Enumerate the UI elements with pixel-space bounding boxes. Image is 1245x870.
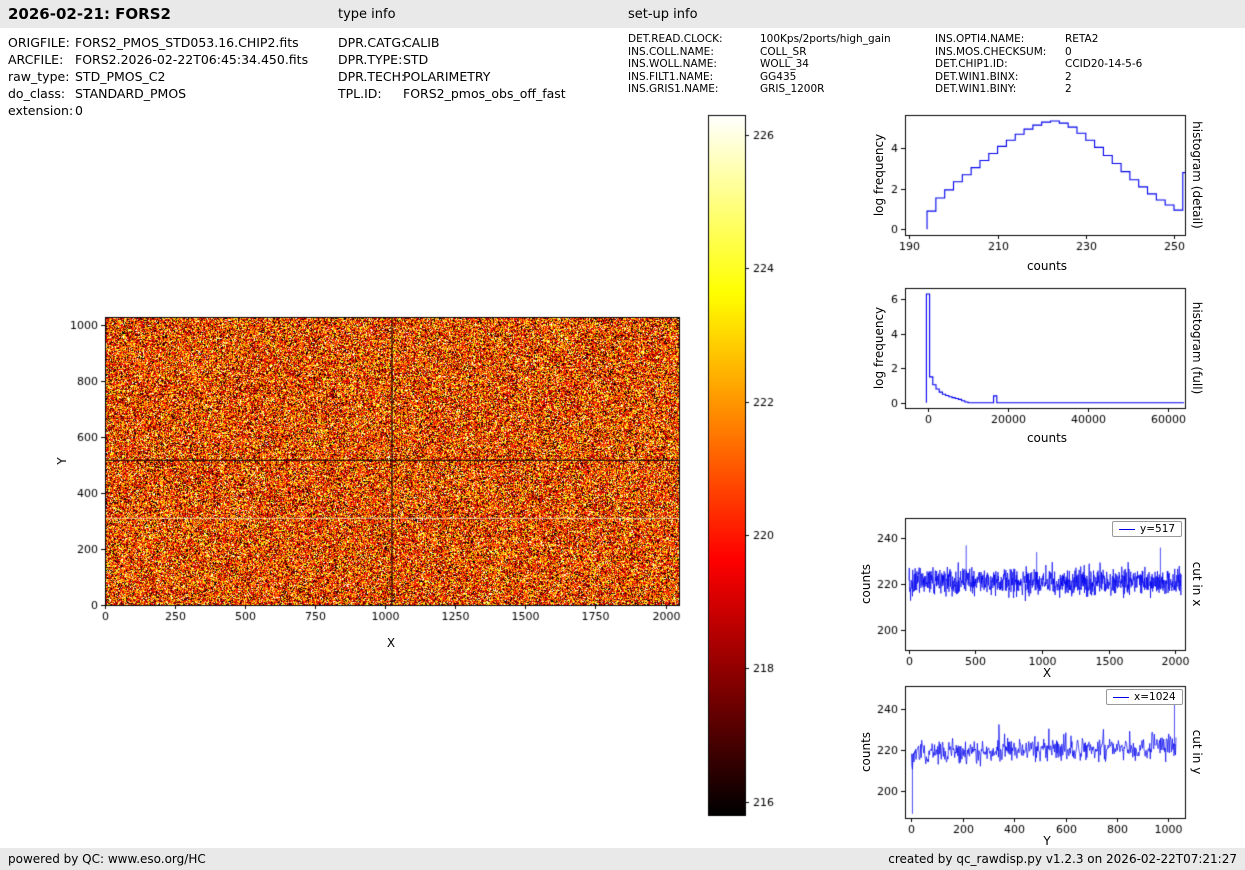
type-info-row: DPR.TECH:POLARIMETRY <box>338 68 566 85</box>
meta-value: RETA2 <box>1065 33 1099 45</box>
meta-label: DET.WIN1.BINY: <box>935 83 1017 95</box>
meta-label: extension: <box>8 103 74 118</box>
raster-y-axis-label: Y <box>55 457 69 465</box>
setup-info-row: DET.WIN1.BINX: 2 <box>935 71 1142 84</box>
type-info-block: DPR.CATG:CALIB DPR.TYPE:STD DPR.TECH:POL… <box>338 34 566 102</box>
meta-value: GRIS_1200R <box>760 83 825 95</box>
hist-detail-y-axis-label: log frequency <box>872 133 886 217</box>
setup-info-heading: set-up info <box>628 7 698 22</box>
meta-value: 0 <box>75 103 83 118</box>
file-info-row: raw_type: STD_PMOS_C2 <box>8 68 308 85</box>
meta-label: INS.MOS.CHECKSUM: <box>935 45 1047 58</box>
setup-info-row: INS.WOLL.NAME: WOLL_34 <box>628 58 891 71</box>
meta-value: FORS2_PMOS_STD053.16.CHIP2.fits <box>75 35 299 50</box>
page-title: 2026-02-21: FORS2 <box>8 5 171 23</box>
meta-label: DET.WIN1.BINX: <box>935 70 1019 83</box>
meta-value: FORS2_pmos_obs_off_fast <box>403 86 566 101</box>
cut-y-legend: x=1024 <box>1106 689 1183 705</box>
meta-value: 2 <box>1065 70 1072 83</box>
meta-value: WOLL_34 <box>760 58 809 70</box>
footer-bar: powered by QC: www.eso.org/HC created by… <box>0 848 1245 870</box>
hist-detail-side-label: histogram (detail) <box>1190 121 1204 229</box>
colorbar-canvas <box>706 110 784 822</box>
meta-value: 2 <box>1065 83 1072 95</box>
meta-label: ARCFILE: <box>8 52 64 67</box>
meta-label: DPR.TYPE: <box>338 52 403 67</box>
meta-value: CCID20-14-5-6 <box>1065 58 1143 70</box>
cut-x-legend-label: y=517 <box>1140 523 1176 535</box>
cut-y-side-label: cut in y <box>1190 729 1204 775</box>
footer-powered-by: powered by QC: www.eso.org/HC <box>8 852 206 866</box>
setup-info-block-1: DET.READ.CLOCK: 100Kps/2ports/high_gain I… <box>628 33 891 96</box>
meta-label: DPR.CATG: <box>338 35 406 50</box>
raster-x-axis-label: X <box>386 636 396 650</box>
setup-info-row: INS.COLL.NAME: COLL_SR <box>628 46 891 59</box>
cut-x-y-axis-label: counts <box>859 563 873 605</box>
type-info-row: DPR.CATG:CALIB <box>338 34 566 51</box>
meta-label: DET.READ.CLOCK: <box>628 33 723 45</box>
meta-value: FORS2.2026-02-22T06:45:34.450.fits <box>75 52 309 67</box>
meta-value: COLL_SR <box>760 45 807 58</box>
setup-info-row: DET.READ.CLOCK: 100Kps/2ports/high_gain <box>628 33 891 46</box>
meta-value: POLARIMETRY <box>403 69 491 84</box>
meta-value: CALIB <box>403 35 440 50</box>
cut-x-side-label: cut in x <box>1190 561 1204 607</box>
cut-x-legend: y=517 <box>1112 521 1183 537</box>
meta-label: TPL.ID: <box>338 86 382 101</box>
type-info-row: TPL.ID: FORS2_pmos_obs_off_fast <box>338 85 566 102</box>
setup-info-block-2: INS.OPTI4.NAME: RETA2 INS.MOS.CHECKSUM: 0 … <box>935 33 1142 96</box>
footer-created-by: created by qc_rawdisp.py v1.2.3 on 2026-… <box>888 852 1237 866</box>
legend-line-sample <box>1113 696 1129 698</box>
meta-label: INS.OPTI4.NAME: <box>935 33 1025 45</box>
histogram-detail-canvas <box>865 105 1197 275</box>
hist-full-x-axis-label: counts <box>1026 431 1068 445</box>
meta-label: do_class: <box>8 86 66 101</box>
cut-y-x-axis-label: Y <box>1043 834 1051 848</box>
setup-info-row: INS.FILT1.NAME: GG435 <box>628 71 891 84</box>
meta-label: DET.CHIP1.ID: <box>935 58 1008 70</box>
file-info-row: ARCFILE: FORS2.2026-02-22T06:45:34.450.fi… <box>8 51 308 68</box>
meta-label: INS.COLL.NAME: <box>628 45 714 58</box>
file-info-row: ORIGFILE: FORS2_PMOS_STD053.16.CHIP2.fits <box>8 34 308 51</box>
meta-value: 0 <box>1065 45 1072 58</box>
hist-detail-x-axis-label: counts <box>1026 259 1068 273</box>
setup-info-row: DET.CHIP1.ID: CCID20-14-5-6 <box>935 58 1142 71</box>
type-info-heading: type info <box>338 7 396 22</box>
setup-info-row: DET.WIN1.BINY: 2 <box>935 83 1142 96</box>
file-info-row: extension: 0 <box>8 102 308 119</box>
raster-heatmap-canvas <box>60 305 700 635</box>
cut-x-x-axis-label: X <box>1042 666 1052 680</box>
meta-label: ORIGFILE: <box>8 35 70 50</box>
qc-report-page: 2026-02-21: FORS2 type info set-up info … <box>0 0 1245 870</box>
header-bar: 2026-02-21: FORS2 type info set-up info <box>0 0 1245 28</box>
hist-full-y-axis-label: log frequency <box>872 306 886 390</box>
meta-label: DPR.TECH: <box>338 69 406 84</box>
meta-value: STD <box>403 52 429 67</box>
meta-value: 100Kps/2ports/high_gain <box>760 33 891 45</box>
hist-full-side-label: histogram (full) <box>1190 301 1204 395</box>
type-info-row: DPR.TYPE:STD <box>338 51 566 68</box>
histogram-full-canvas <box>865 278 1197 448</box>
cut-y-legend-label: x=1024 <box>1134 691 1176 703</box>
legend-line-sample <box>1119 528 1135 530</box>
setup-info-row: INS.GRIS1.NAME: GRIS_1200R <box>628 83 891 96</box>
meta-label: INS.FILT1.NAME: <box>628 70 714 83</box>
file-info-row: do_class: STANDARD_PMOS <box>8 85 308 102</box>
meta-label: INS.GRIS1.NAME: <box>628 83 719 95</box>
meta-value: STANDARD_PMOS <box>75 86 187 101</box>
setup-info-row: INS.MOS.CHECKSUM: 0 <box>935 46 1142 59</box>
file-info-block: ORIGFILE: FORS2_PMOS_STD053.16.CHIP2.fits… <box>8 34 308 119</box>
meta-value: STD_PMOS_C2 <box>75 69 166 84</box>
setup-info-row: INS.OPTI4.NAME: RETA2 <box>935 33 1142 46</box>
meta-value: GG435 <box>760 70 797 83</box>
cut-y-y-axis-label: counts <box>859 731 873 773</box>
meta-label: INS.WOLL.NAME: <box>628 58 717 70</box>
meta-label: raw_type: <box>8 69 70 84</box>
